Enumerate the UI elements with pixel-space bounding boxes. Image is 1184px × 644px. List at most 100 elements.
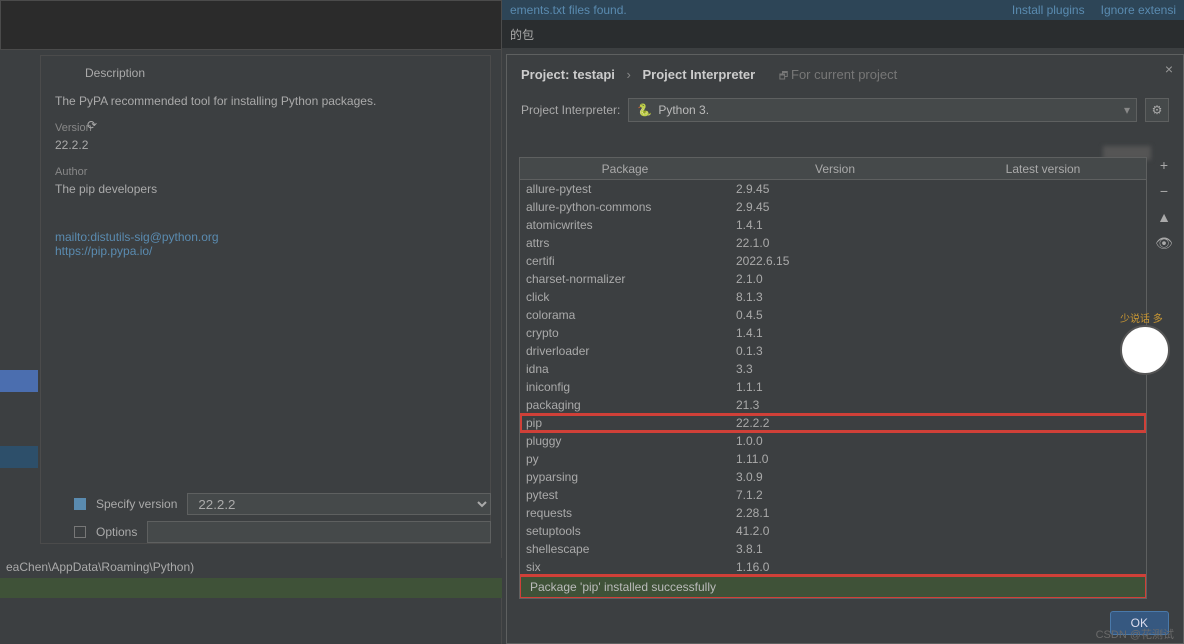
- banner-message: ements.txt files found.: [510, 3, 627, 17]
- pkg-name: idna: [526, 362, 736, 376]
- breadcrumb: Project: testapi › Project Interpreter F…: [507, 55, 1183, 92]
- success-message: Package 'pip' installed successfully: [520, 576, 1146, 598]
- pkg-version: 22.2.2: [736, 416, 946, 430]
- pkg-name: atomicwrites: [526, 218, 736, 232]
- specify-version-checkbox[interactable]: [74, 498, 86, 510]
- col-package[interactable]: Package: [520, 162, 730, 176]
- pkg-version: 2.9.45: [736, 182, 946, 196]
- pkg-name: allure-pytest: [526, 182, 736, 196]
- breadcrumb-section: Project Interpreter: [643, 67, 756, 82]
- ok-button[interactable]: OK: [1110, 611, 1169, 635]
- pkg-name: attrs: [526, 236, 736, 250]
- col-version[interactable]: Version: [730, 162, 940, 176]
- table-row[interactable]: pluggy1.0.0: [520, 432, 1146, 450]
- pkg-name: packaging: [526, 398, 736, 412]
- pkg-name: certifi: [526, 254, 736, 268]
- table-row[interactable]: pip22.2.2: [520, 414, 1146, 432]
- pkg-version: 2.28.1: [736, 506, 946, 520]
- table-row[interactable]: crypto1.4.1: [520, 324, 1146, 342]
- version-value: 22.2.2: [55, 138, 476, 152]
- pkg-version: 3.0.9: [736, 470, 946, 484]
- homepage-link[interactable]: https://pip.pypa.io/: [55, 244, 476, 258]
- description-text: The PyPA recommended tool for installing…: [55, 94, 476, 108]
- settings-dialog: × Project: testapi › Project Interpreter…: [506, 54, 1184, 644]
- description-box: ⟳ Description The PyPA recommended tool …: [40, 55, 491, 544]
- remove-package-icon[interactable]: −: [1160, 183, 1168, 199]
- sub-banner-text: 的包: [510, 26, 534, 43]
- pkg-version: 2.1.0: [736, 272, 946, 286]
- python-icon: 🐍: [637, 103, 652, 117]
- pkg-version: 1.1.1: [736, 380, 946, 394]
- options-input[interactable]: [147, 521, 491, 543]
- table-row[interactable]: driverloader0.1.3: [520, 342, 1146, 360]
- interpreter-label: Project Interpreter:: [521, 103, 620, 117]
- mailto-link[interactable]: mailto:distutils-sig@python.org: [55, 230, 476, 244]
- package-table: Package Version Latest version allure-py…: [519, 157, 1147, 599]
- install-plugins-link[interactable]: Install plugins: [1012, 3, 1085, 17]
- pkg-version: 1.0.0: [736, 434, 946, 448]
- table-row[interactable]: click8.1.3: [520, 288, 1146, 306]
- pkg-version: 0.1.3: [736, 344, 946, 358]
- table-row[interactable]: iniconfig1.1.1: [520, 378, 1146, 396]
- options-checkbox[interactable]: [74, 526, 86, 538]
- pkg-name: pytest: [526, 488, 736, 502]
- add-package-icon[interactable]: +: [1160, 157, 1168, 173]
- scope-hint: For current project: [779, 67, 897, 82]
- interpreter-value: Python 3.: [658, 103, 709, 117]
- pkg-version: 0.4.5: [736, 308, 946, 322]
- chevron-down-icon: ▾: [1124, 103, 1130, 117]
- sub-banner: 的包: [502, 20, 1184, 48]
- pkg-version: 1.11.0: [736, 452, 946, 466]
- specify-version-label: Specify version: [96, 497, 177, 511]
- pkg-version: 2.9.45: [736, 200, 946, 214]
- pkg-version: 1.16.0: [736, 560, 946, 574]
- table-row[interactable]: colorama0.4.5: [520, 306, 1146, 324]
- requirements-banner: ements.txt files found. Install plugins …: [502, 0, 1184, 20]
- col-latest[interactable]: Latest version: [940, 162, 1146, 176]
- interpreter-dropdown[interactable]: 🐍 Python 3. ▾: [628, 98, 1137, 122]
- table-row[interactable]: certifi2022.6.15: [520, 252, 1146, 270]
- show-paths-icon[interactable]: 👁: [1155, 235, 1173, 252]
- table-row[interactable]: atomicwrites1.4.1: [520, 216, 1146, 234]
- pkg-name: crypto: [526, 326, 736, 340]
- specify-version-dropdown[interactable]: 22.2.2: [187, 493, 491, 515]
- table-row[interactable]: six1.16.0: [520, 558, 1146, 576]
- table-row[interactable]: pyparsing3.0.9: [520, 468, 1146, 486]
- package-toolbar: + − ▲ 👁: [1153, 157, 1175, 252]
- options-label: Options: [96, 525, 137, 539]
- table-row[interactable]: allure-python-commons2.9.45: [520, 198, 1146, 216]
- table-row[interactable]: pytest7.1.2: [520, 486, 1146, 504]
- pkg-name: pip: [526, 416, 736, 430]
- table-row[interactable]: charset-normalizer2.1.0: [520, 270, 1146, 288]
- hover-result[interactable]: [0, 446, 38, 468]
- search-area[interactable]: [0, 0, 502, 50]
- table-row[interactable]: allure-pytest2.9.45: [520, 180, 1146, 198]
- pkg-version: 8.1.3: [736, 290, 946, 304]
- pkg-name: colorama: [526, 308, 736, 322]
- pkg-name: driverloader: [526, 344, 736, 358]
- pkg-version: 1.4.1: [736, 326, 946, 340]
- table-row[interactable]: shellescape3.8.1: [520, 540, 1146, 558]
- pkg-name: setuptools: [526, 524, 736, 538]
- pkg-version: 21.3: [736, 398, 946, 412]
- pkg-version: 1.4.1: [736, 218, 946, 232]
- table-row[interactable]: setuptools41.2.0: [520, 522, 1146, 540]
- pkg-version: 3.3: [736, 362, 946, 376]
- upgrade-package-icon[interactable]: ▲: [1157, 209, 1171, 225]
- dialog-close-icon[interactable]: ×: [1165, 61, 1173, 77]
- selected-result[interactable]: [0, 370, 38, 392]
- pkg-name: pyparsing: [526, 470, 736, 484]
- gear-icon[interactable]: ⚙: [1145, 98, 1169, 122]
- author-value: The pip developers: [55, 182, 476, 196]
- table-row[interactable]: requests2.28.1: [520, 504, 1146, 522]
- table-row[interactable]: packaging21.3: [520, 396, 1146, 414]
- pkg-version: 3.8.1: [736, 542, 946, 556]
- refresh-icon[interactable]: ⟳: [87, 118, 97, 132]
- ignore-extension-link[interactable]: Ignore extensi: [1101, 3, 1176, 17]
- project-name: Project: testapi: [521, 67, 615, 82]
- pkg-name: iniconfig: [526, 380, 736, 394]
- table-row[interactable]: py1.11.0: [520, 450, 1146, 468]
- pkg-name: six: [526, 560, 736, 574]
- table-row[interactable]: idna3.3: [520, 360, 1146, 378]
- table-row[interactable]: attrs22.1.0: [520, 234, 1146, 252]
